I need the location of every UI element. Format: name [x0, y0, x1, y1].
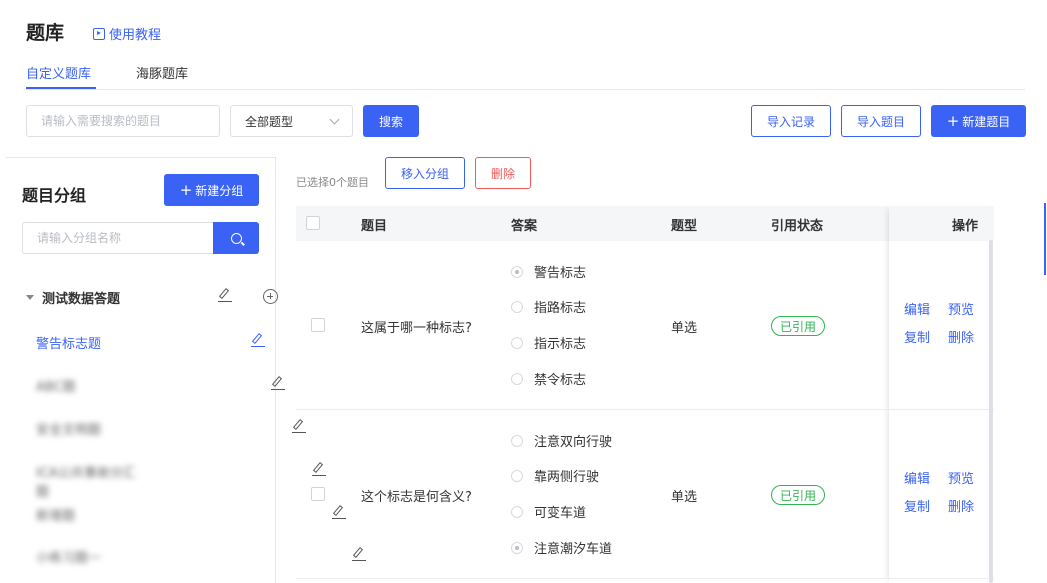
column-header-status: 引用状态 [771, 219, 824, 234]
group-item[interactable]: 安全文明题 [36, 419, 146, 438]
answer-option-label: 禁令标志 [534, 373, 587, 388]
radio-checked-icon [511, 541, 523, 554]
new-question-label: 新建题目 [962, 114, 1011, 129]
type-select-value: 全部题型 [245, 114, 294, 129]
radio-icon [511, 336, 523, 349]
group-item[interactable]: 警告标志题 [36, 333, 146, 352]
tabs-divider [26, 89, 1025, 90]
edit-link[interactable]: 编辑 [904, 468, 930, 487]
import-records-button[interactable]: 导入记录 [751, 105, 831, 137]
answer-option: 注意双向行驶 [511, 431, 612, 450]
page-title: 题库 [26, 22, 65, 44]
play-video-icon [93, 27, 105, 40]
answer-option-label: 指路标志 [534, 301, 587, 316]
root-group-label: 测试数据答题 [42, 292, 121, 307]
radio-icon [511, 372, 523, 385]
group-item[interactable]: 小练习题一 [36, 547, 146, 566]
answer-option: 注意潮汐车道 [511, 538, 612, 557]
preview-link[interactable]: 预览 [948, 299, 974, 318]
table-scrollbar[interactable] [989, 240, 993, 583]
row-divider [296, 409, 994, 410]
copy-link[interactable]: 复制 [904, 327, 930, 346]
copy-link[interactable]: 复制 [904, 496, 930, 515]
group-item[interactable]: 新增题 [36, 505, 146, 524]
import-questions-label: 导入题目 [856, 114, 905, 129]
answer-option: 可变车道 [511, 502, 586, 521]
question-search-input[interactable] [26, 105, 220, 137]
select-all-checkbox[interactable] [306, 216, 320, 230]
tutorial-label: 使用教程 [109, 28, 162, 43]
batch-delete-button[interactable]: 删除 [475, 157, 531, 189]
column-header-type: 题型 [671, 219, 698, 234]
radio-icon [511, 434, 523, 447]
edit-icon[interactable] [270, 375, 286, 391]
group-item[interactable]: ICA公共事故分汇题 [36, 462, 146, 500]
batch-delete-label: 删除 [490, 166, 515, 181]
active-tab-indicator [26, 87, 96, 89]
edit-icon[interactable] [331, 504, 347, 520]
move-to-group-label: 移入分组 [400, 166, 449, 181]
import-records-label: 导入记录 [766, 114, 815, 129]
page-scroll-indicator [1044, 203, 1046, 275]
edit-icon[interactable] [351, 546, 367, 562]
search-button-label: 搜索 [378, 114, 403, 129]
status-badge: 已引用 [771, 316, 825, 336]
column-header-question: 题目 [361, 219, 388, 234]
delete-link[interactable]: 删除 [948, 496, 974, 515]
edit-icon[interactable] [291, 418, 307, 434]
question-text: 这属于哪一种标志? [361, 321, 472, 336]
answer-option-label: 指示标志 [534, 337, 587, 352]
answer-option-label: 注意双向行驶 [534, 435, 613, 450]
row-checkbox[interactable] [311, 318, 325, 332]
move-to-group-button[interactable]: 移入分组 [385, 157, 465, 189]
delete-link[interactable]: 删除 [948, 327, 974, 346]
plus-icon: + [946, 111, 960, 130]
answer-option: 警告标志 [511, 262, 586, 281]
tree-root-group[interactable]: 测试数据答题 [26, 288, 120, 307]
sidebar-title: 题目分组 [22, 186, 87, 205]
radio-icon [511, 469, 523, 482]
new-question-button[interactable]: + 新建题目 [931, 105, 1026, 137]
question-type: 单选 [671, 321, 698, 336]
edit-link[interactable]: 编辑 [904, 299, 930, 318]
answer-option-label: 警告标志 [534, 266, 587, 281]
search-icon [230, 232, 242, 244]
new-group-label: 新建分组 [195, 183, 244, 198]
row-checkbox[interactable] [311, 487, 325, 501]
answer-option: 靠两侧行驶 [511, 466, 599, 485]
radio-checked-icon [511, 265, 523, 278]
answer-option-label: 靠两侧行驶 [534, 470, 600, 485]
column-header-answer: 答案 [511, 219, 538, 234]
new-group-button[interactable]: + 新建分组 [164, 174, 259, 206]
answer-option: 禁令标志 [511, 369, 586, 388]
radio-icon [511, 300, 523, 313]
group-item[interactable]: ABC题 [36, 376, 146, 395]
answer-option: 指示标志 [511, 333, 586, 352]
tab-dolphin-bank[interactable]: 海豚题库 [136, 63, 188, 82]
tab-custom-bank[interactable]: 自定义题库 [26, 63, 91, 82]
tutorial-link[interactable]: 使用教程 [93, 24, 161, 43]
search-button[interactable]: 搜索 [363, 105, 419, 137]
status-badge: 已引用 [771, 485, 825, 505]
preview-link[interactable]: 预览 [948, 468, 974, 487]
answer-option-label: 可变车道 [534, 506, 587, 521]
import-questions-button[interactable]: 导入题目 [841, 105, 921, 137]
row-divider [296, 578, 994, 579]
edit-icon[interactable] [250, 332, 266, 348]
question-type-select[interactable]: 全部题型 [230, 105, 353, 137]
edit-group-icon[interactable] [217, 287, 233, 303]
selected-count-text: 已选择0个题目 [296, 176, 369, 189]
question-type: 单选 [671, 490, 698, 505]
caret-down-icon [26, 295, 34, 300]
question-text: 这个标志是何含义? [361, 490, 472, 505]
group-search-input[interactable] [22, 222, 214, 254]
fixed-column-shadow [889, 206, 994, 583]
answer-option: 指路标志 [511, 297, 586, 316]
chevron-down-icon [329, 114, 340, 124]
group-search-button[interactable] [213, 222, 259, 254]
edit-icon[interactable] [311, 461, 327, 477]
plus-icon: + [179, 180, 193, 199]
answer-option-label: 注意潮汐车道 [534, 542, 613, 557]
radio-icon [511, 505, 523, 518]
